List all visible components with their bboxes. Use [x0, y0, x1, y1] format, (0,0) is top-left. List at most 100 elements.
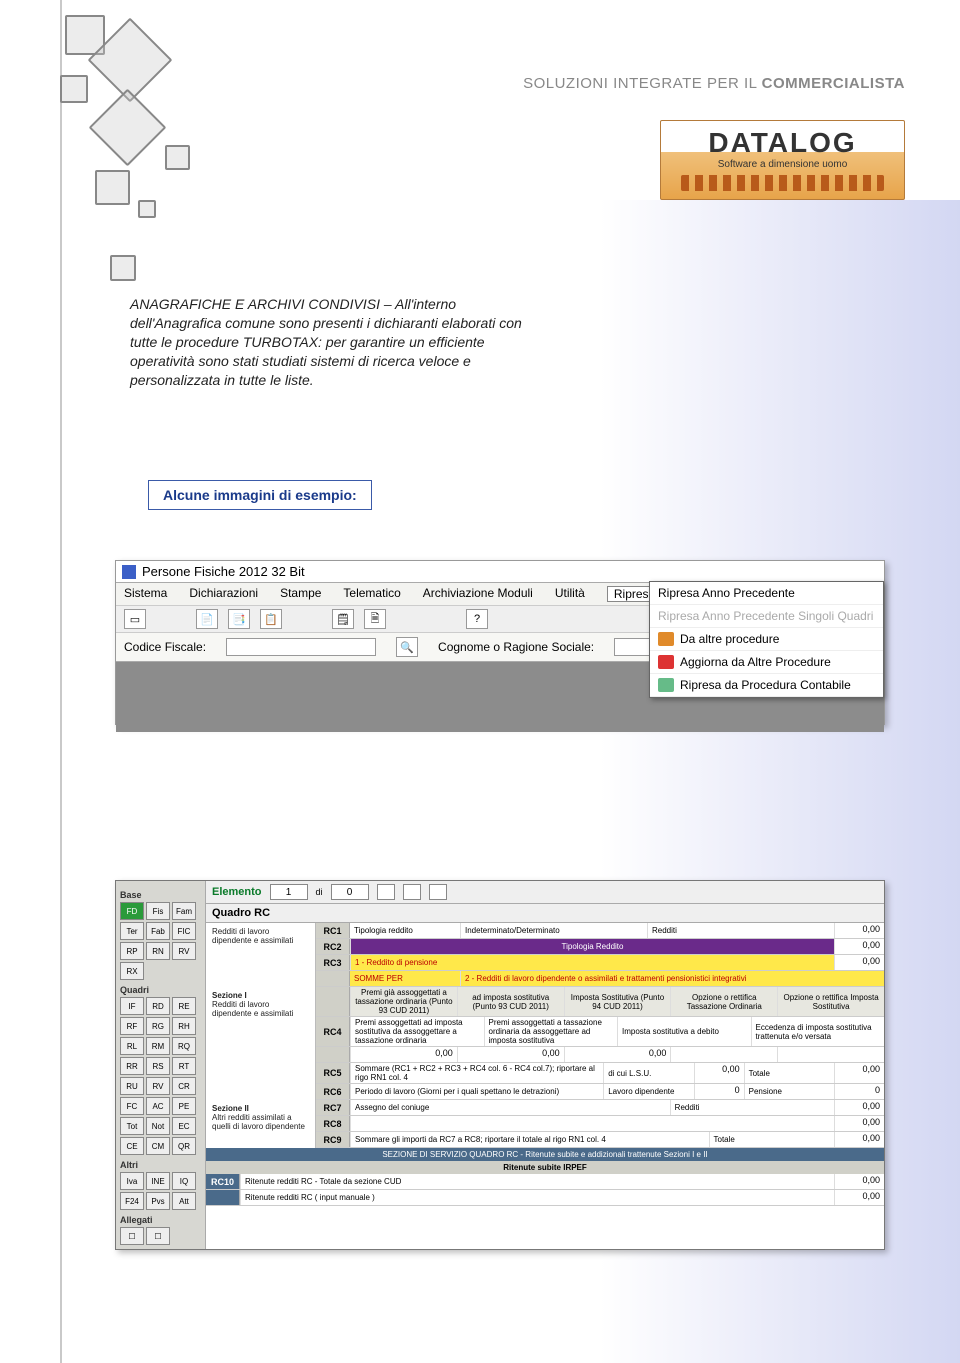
cf-label: Codice Fiscale: — [124, 640, 206, 654]
panel-button[interactable]: Iva — [120, 1172, 144, 1190]
cf-input[interactable] — [226, 638, 376, 656]
panel-button[interactable]: RQ — [172, 1037, 196, 1055]
record-navigator: Elemento di — [206, 881, 884, 904]
panel-button[interactable]: CR — [172, 1077, 196, 1095]
panel-button[interactable]: IQ — [172, 1172, 196, 1190]
window-titlebar: Persone Fisiche 2012 32 Bit — [116, 561, 884, 583]
row-rc10a: RC10 Ritenute redditi RC - Totale da sez… — [206, 1174, 884, 1190]
toolbar-icon[interactable]: 📄 — [196, 609, 218, 629]
panel-button[interactable]: RT — [172, 1057, 196, 1075]
panel-button[interactable]: RR — [120, 1057, 144, 1075]
panel-button[interactable]: RP — [120, 942, 144, 960]
dropdown-item[interactable]: Aggiorna da Altre Procedure — [650, 651, 883, 674]
row-yellow-2[interactable]: SOMME PER 2 - Redditi di lavoro dipenden… — [316, 971, 884, 987]
toolbar-icon[interactable]: 📋 — [260, 609, 282, 629]
dropdown-item[interactable]: Da altre procedure — [650, 628, 883, 651]
panel-button[interactable]: Fis — [146, 902, 170, 920]
row-rc10b: Ritenute redditi RC ( input manuale ) 0,… — [206, 1190, 884, 1206]
panel-button[interactable]: RU — [120, 1077, 144, 1095]
nav-prev-icon[interactable] — [377, 884, 395, 900]
help-icon[interactable]: ? — [466, 609, 488, 629]
panel-button[interactable]: Fab — [146, 922, 170, 940]
panel-button[interactable]: Pvs — [146, 1192, 170, 1210]
panel-button[interactable]: AC — [146, 1097, 170, 1115]
panel-button[interactable]: F24 — [120, 1192, 144, 1210]
ragione-label: Cognome o Ragione Sociale: — [438, 640, 594, 654]
section1-side: Redditi di lavoro dipendente e assimilat… — [206, 923, 316, 987]
panel-button[interactable]: CM — [146, 1137, 170, 1155]
body-paragraph: ANAGRAFICHE E ARCHIVI CONDIVISI – All'in… — [130, 295, 550, 389]
panel-button[interactable]: RS — [146, 1057, 170, 1075]
panel-button[interactable]: FIC — [172, 922, 196, 940]
example-caption: Alcune immagini di esempio: — [148, 480, 372, 510]
elemento-label: Elemento — [212, 886, 262, 898]
ripresa-dropdown: Ripresa Anno Precedente Ripresa Anno Pre… — [649, 581, 884, 698]
logo-title: DATALOG — [661, 127, 904, 159]
menu-utilita[interactable]: Utilità — [555, 586, 585, 602]
toolbar-icon[interactable]: 🗒 — [332, 609, 354, 629]
dropdown-item-disabled: Ripresa Anno Precedente Singoli Quadri — [650, 605, 883, 628]
panel-button[interactable]: Tot — [120, 1117, 144, 1135]
panel-button[interactable]: ☐ — [146, 1227, 170, 1245]
panel-button[interactable]: QR — [172, 1137, 196, 1155]
group-allegati: Allegati — [120, 1215, 201, 1225]
menu-telematico[interactable]: Telematico — [343, 586, 400, 602]
section2-label: Sezione II Altri redditi assimilati a qu… — [206, 1100, 316, 1148]
panel-button[interactable]: RG — [146, 1017, 170, 1035]
panel-button[interactable]: RN — [146, 942, 170, 960]
header-tagline: SOLUZIONI INTEGRATE PER IL COMMERCIALIST… — [523, 75, 905, 92]
row-rc8: RC8 0,00 — [316, 1116, 884, 1132]
row-rc6: RC6 Periodo di lavoro (Giorni per i qual… — [316, 1084, 884, 1100]
tagline-bold: COMMERCIALISTA — [762, 75, 905, 92]
panel-button[interactable]: ☐ — [120, 1227, 144, 1245]
panel-button[interactable]: Not — [146, 1117, 170, 1135]
decorative-squares — [0, 0, 260, 320]
panel-button[interactable]: IF — [120, 997, 144, 1015]
toolbar-icon[interactable]: 🗎 — [364, 609, 386, 629]
subsection-bar: Ritenute subite IRPEF — [206, 1161, 884, 1174]
section1-label: Sezione I Redditi di lavoro dipendente e… — [206, 987, 316, 1100]
panel-button[interactable]: RV — [146, 1077, 170, 1095]
menu-stampe[interactable]: Stampe — [280, 586, 321, 602]
toolbar-icon[interactable]: 📑 — [228, 609, 250, 629]
row-rc7: RC7 Assegno del coniuge Redditi 0,00 — [316, 1100, 884, 1116]
elemento-value[interactable] — [270, 884, 308, 900]
menu-archiviazione[interactable]: Archiviazione Moduli — [423, 586, 533, 602]
dropdown-item[interactable]: Ripresa Anno Precedente — [650, 582, 883, 605]
section-service-bar: SEZIONE DI SERVIZIO QUADRO RC - Ritenute… — [206, 1148, 884, 1161]
row-rc1: RC1 Tipologia reddito Indeterminato/Dete… — [316, 923, 884, 939]
panel-button[interactable]: RM — [146, 1037, 170, 1055]
panel-button[interactable]: RL — [120, 1037, 144, 1055]
nav-tool-icon[interactable] — [429, 884, 447, 900]
menu-dichiarazioni[interactable]: Dichiarazioni — [189, 586, 258, 602]
row-yellow-1[interactable]: RC3 1 - Reddito di pensione 0,00 — [316, 955, 884, 971]
screenshot-app-window: Persone Fisiche 2012 32 Bit Sistema Dich… — [115, 560, 885, 725]
panel-button[interactable]: RD — [146, 997, 170, 1015]
panel-button[interactable]: FD — [120, 902, 144, 920]
group-altri: Altri — [120, 1160, 201, 1170]
panel-button[interactable]: Ter — [120, 922, 144, 940]
panel-button[interactable]: CE — [120, 1137, 144, 1155]
panel-button[interactable]: Att — [172, 1192, 196, 1210]
panel-button[interactable]: RX — [120, 962, 144, 980]
panel-button[interactable]: RE — [172, 997, 196, 1015]
menu-sistema[interactable]: Sistema — [124, 586, 167, 602]
refresh-icon — [658, 655, 674, 669]
toolbar-icon[interactable]: ▭ — [124, 609, 146, 629]
elemento-total[interactable] — [331, 884, 369, 900]
row-rc9: RC9 Sommare gli importi da RC7 a RC8; ri… — [316, 1132, 884, 1148]
panel-button[interactable]: Fam — [172, 902, 196, 920]
tagline-pre: SOLUZIONI INTEGRATE PER IL — [523, 75, 762, 92]
panel-button[interactable]: FC — [120, 1097, 144, 1115]
lookup-icon[interactable]: 🔍 — [396, 637, 418, 657]
panel-button[interactable]: INE — [146, 1172, 170, 1190]
panel-button[interactable]: EC — [172, 1117, 196, 1135]
proc-icon — [658, 678, 674, 692]
app-icon — [122, 565, 136, 579]
dropdown-item[interactable]: Ripresa da Procedura Contabile — [650, 674, 883, 697]
panel-button[interactable]: RF — [120, 1017, 144, 1035]
panel-button[interactable]: RV — [172, 942, 196, 960]
nav-next-icon[interactable] — [403, 884, 421, 900]
panel-button[interactable]: RH — [172, 1017, 196, 1035]
panel-button[interactable]: PE — [172, 1097, 196, 1115]
